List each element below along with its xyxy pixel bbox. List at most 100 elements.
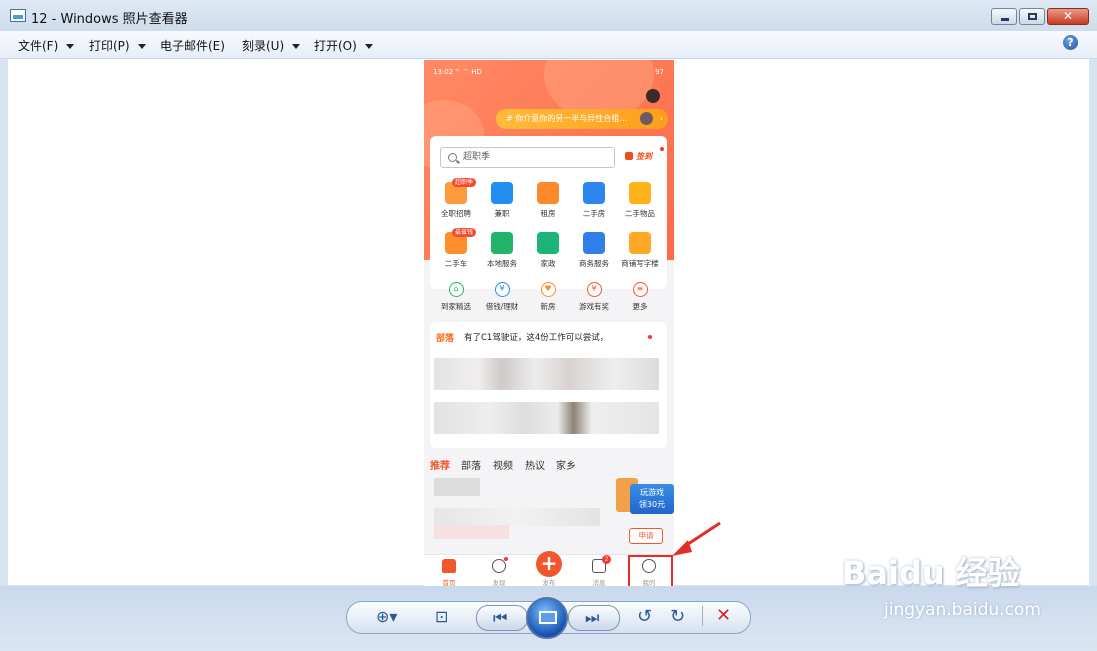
grid-item-second-hand-goods[interactable]: 二手物品	[617, 182, 663, 219]
highlight-box	[628, 555, 673, 589]
promo-box: 玩游戏 领30元	[630, 484, 674, 514]
grid-item-label: 本地服务	[487, 259, 517, 268]
grid-item-label: 商铺写字楼	[621, 259, 659, 268]
search-input[interactable]: 超职季	[440, 147, 615, 168]
grid-item-label: 借钱/理财	[485, 302, 519, 311]
nav-label: 发布	[542, 579, 556, 586]
next-button[interactable]: ⏭	[568, 605, 620, 631]
menu-email[interactable]: 电子邮件(E)	[160, 37, 225, 54]
house-leaf-icon	[537, 232, 559, 254]
battery-indicator: 97	[655, 68, 664, 76]
briefcase-icon: 超职季	[445, 178, 477, 204]
grid-item-more[interactable]: ≡ 更多	[617, 282, 663, 312]
blurred-content	[434, 402, 659, 434]
nav-home[interactable]: 首页	[432, 559, 466, 586]
tab-hometown[interactable]: 家乡	[556, 457, 576, 472]
grid-item-label: 二手车	[444, 259, 468, 268]
close-button[interactable]: ✕	[1047, 8, 1089, 25]
displayed-phone-screenshot: 13:02 ᵀᵗ ⌔ HD 97 # 你介意你的另一半与异性合租… › 超职季 …	[424, 60, 674, 586]
tab-hot-topics[interactable]: 热议	[525, 457, 545, 472]
maximize-button[interactable]	[1019, 8, 1045, 25]
topic-banner[interactable]: # 你介意你的另一半与异性合租… ›	[496, 109, 668, 129]
car-icon: 最省钱	[445, 228, 477, 254]
grid-item-label: 更多	[632, 302, 648, 311]
slideshow-button[interactable]	[526, 597, 568, 639]
search-icon	[448, 153, 457, 162]
yen-house-icon: ¥	[586, 282, 602, 297]
apply-button[interactable]: 申请	[629, 528, 663, 544]
shop-icon	[629, 232, 651, 254]
feed-headline: 有了C1驾驶证，这4份工作可以尝试，	[464, 333, 609, 343]
promo-badge: 最省钱	[452, 228, 477, 237]
blurred-content	[434, 525, 509, 539]
building-icon	[583, 182, 605, 204]
menu-burn[interactable]: 刻录(U)	[242, 37, 301, 54]
fit-to-window-icon[interactable]: ⊡	[435, 607, 448, 626]
divider	[702, 606, 703, 626]
status-time: 13:02 ᵀᵗ ⌔ HD	[433, 68, 482, 76]
unread-badge: 2	[602, 555, 611, 564]
grid-item-loans[interactable]: ¥ 借钱/理财	[479, 282, 525, 312]
grid-item-second-hand-house[interactable]: 二手房	[571, 182, 617, 219]
nav-messages[interactable]: 2 消息	[582, 555, 616, 586]
bar-chart-icon	[583, 232, 605, 254]
menu-print[interactable]: 打印(P)	[89, 37, 146, 54]
grid-item-fulltime-jobs[interactable]: 超职季全职招聘	[433, 178, 479, 219]
sofa-icon	[537, 182, 559, 204]
notification-dot	[648, 335, 652, 339]
menu-open[interactable]: 打开(O)	[314, 37, 373, 54]
baidu-watermark: Baidu 经验	[842, 554, 1020, 592]
rotate-left-icon[interactable]: ↺	[637, 606, 652, 627]
previous-button[interactable]: ⏮	[476, 605, 528, 631]
services-card: 超职季 签到 超职季全职招聘 兼职 租房 二手房 二手物品 最省钱二手车 本地服…	[430, 136, 667, 311]
tribe-feed-card[interactable]: 部落 有了C1驾驶证，这4份工作可以尝试，	[430, 322, 667, 448]
chat-icon: 2	[592, 555, 611, 573]
grid-item-local-services[interactable]: 本地服务	[479, 232, 525, 269]
nav-label: 首页	[442, 579, 456, 586]
game-promo-widget[interactable]: 玩游戏 领30元	[616, 474, 674, 520]
publish-plus-button[interactable]: +	[536, 551, 562, 577]
grid-item-new-homes[interactable]: ♥ 新房	[525, 282, 571, 312]
promo-badge: 超职季	[452, 178, 477, 187]
grid-item-label: 新房	[540, 302, 556, 311]
zoom-icon[interactable]: ⊕▾	[376, 607, 397, 626]
clock-icon	[491, 182, 513, 204]
nav-label: 消息	[592, 579, 606, 586]
next-icon: ⏭	[585, 608, 600, 627]
grid-item-label: 租房	[540, 209, 556, 218]
search-placeholder: 超职季	[463, 152, 491, 162]
help-icon[interactable]: ?	[1063, 35, 1078, 50]
heart-house-icon: ♥	[540, 282, 556, 297]
minimize-button[interactable]	[991, 8, 1017, 25]
grid-item-label: 全职招聘	[441, 209, 471, 218]
avatar	[640, 112, 653, 125]
grid-item-rent[interactable]: 租房	[525, 182, 571, 219]
grid-item-label: 家政	[540, 259, 556, 268]
menu-file[interactable]: 文件(F)	[18, 37, 75, 54]
grid-item-label: 游戏有奖	[579, 302, 609, 311]
grid-item-label: 商务服务	[579, 259, 609, 268]
grid-item-business-services[interactable]: 商务服务	[571, 232, 617, 269]
delete-icon[interactable]: ✕	[716, 605, 731, 626]
tab-tribe[interactable]: 部落	[461, 457, 481, 472]
chevron-down-icon	[66, 44, 75, 49]
previous-icon: ⏮	[493, 608, 508, 627]
annotation-arrow	[672, 521, 721, 556]
grid-item-part-time[interactable]: 兼职	[479, 182, 525, 219]
title-bar: 12 - Windows 照片查看器 ✕	[0, 0, 1097, 32]
tab-recommend[interactable]: 推荐	[430, 457, 450, 472]
avatar[interactable]	[646, 89, 660, 103]
grid-item-used-cars[interactable]: 最省钱二手车	[433, 228, 479, 269]
chevron-down-icon	[364, 44, 373, 49]
grid-item-housekeeping[interactable]: 家政	[525, 232, 571, 269]
grid-item-game-rewards[interactable]: ¥ 游戏有奖	[571, 282, 617, 312]
sign-in-button[interactable]: 签到	[625, 151, 652, 162]
rotate-right-icon[interactable]: ↻	[670, 606, 685, 627]
tab-video[interactable]: 视频	[493, 457, 513, 472]
grid-item-shops-offices[interactable]: 商铺写字楼	[617, 232, 663, 269]
menu-icon: ≡	[632, 282, 648, 297]
nav-discover[interactable]: 发现	[482, 557, 516, 586]
grid-item-home-picks[interactable]: ⌂ 到家精选	[433, 282, 479, 312]
home-icon: ⌂	[448, 282, 464, 297]
feed-tag: 部落	[436, 334, 455, 344]
